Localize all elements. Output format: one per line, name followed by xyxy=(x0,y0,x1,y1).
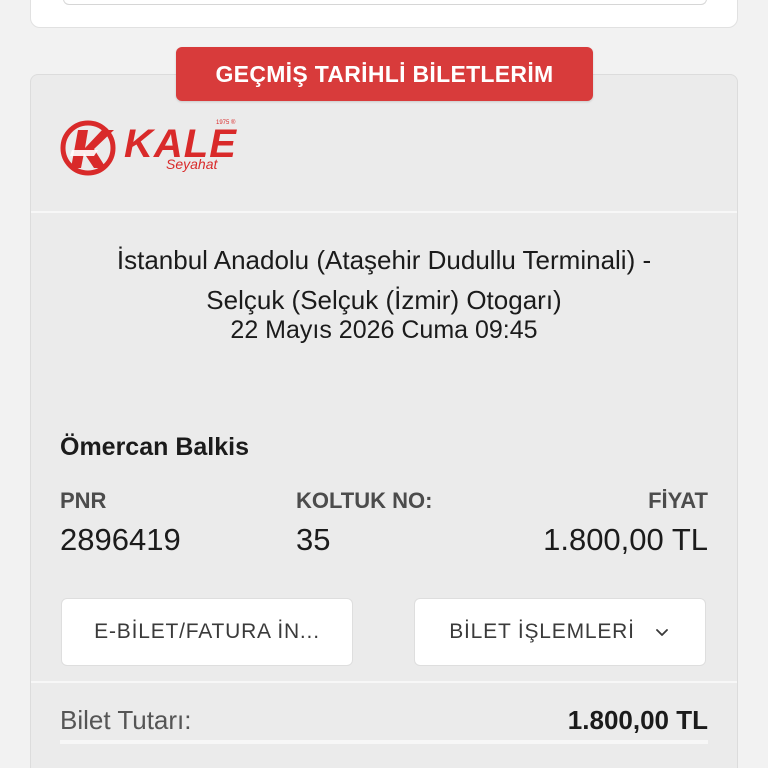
ebilet-fatura-label: E-BİLET/FATURA İN... xyxy=(94,620,320,643)
divider xyxy=(31,681,737,683)
chevron-down-icon xyxy=(655,629,668,636)
ebilet-fatura-button[interactable]: E-BİLET/FATURA İN... xyxy=(61,598,353,666)
total-value: 1.800,00 TL xyxy=(567,705,708,735)
total-label: Bilet Tutarı: xyxy=(60,705,192,735)
seat-label: KOLTUK NO: xyxy=(296,488,433,513)
logo-sub-text: Seyahat xyxy=(166,156,218,172)
past-tickets-tab[interactable]: GEÇMİŞ TARİHLİ BİLETLERİM xyxy=(176,47,593,101)
price-value: 1.800,00 TL xyxy=(543,522,708,557)
bilet-islemleri-button[interactable]: BİLET İŞLEMLERİ xyxy=(414,598,706,666)
divider xyxy=(31,211,737,213)
kale-logo-mark-icon xyxy=(60,120,116,176)
logo-mark-text: 1975 ® xyxy=(216,120,236,126)
departure-date: 22 Mayıs 2026 Cuma 09:45 xyxy=(230,316,538,344)
route-destination: Selçuk (Selçuk (İzmir) Otogarı) xyxy=(206,285,562,315)
total-underline xyxy=(60,740,708,744)
previous-card xyxy=(30,0,738,28)
previous-card-field[interactable] xyxy=(63,0,707,5)
pnr-label: PNR xyxy=(60,488,107,513)
price-label: FİYAT xyxy=(648,488,708,513)
kale-seyahat-logo: KALE Seyahat 1975 ® xyxy=(58,118,248,180)
route-origin: İstanbul Anadolu (Ataşehir Dudullu Termi… xyxy=(116,245,652,275)
passenger-name: Ömercan Balkis xyxy=(60,433,249,461)
bilet-islemleri-label: BİLET İŞLEMLERİ xyxy=(449,620,635,643)
pnr-value: 2896419 xyxy=(60,522,181,557)
route-text: İstanbul Anadolu (Ataşehir Dudullu Termi… xyxy=(40,240,728,320)
seat-value: 35 xyxy=(296,522,331,557)
